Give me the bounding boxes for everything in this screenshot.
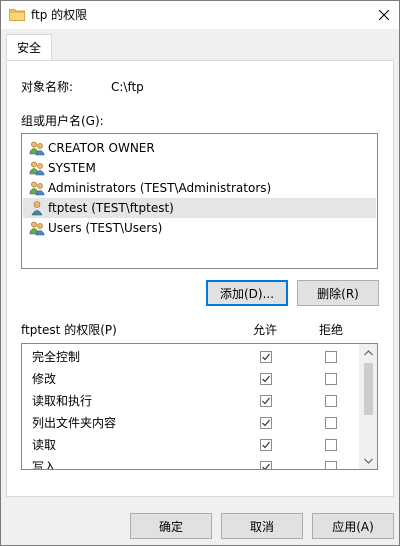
title-bar: ftp 的权限 — [1, 1, 399, 29]
checkmark-icon — [262, 375, 270, 383]
window-title: ftp 的权限 — [31, 8, 88, 22]
permission-name: 写入 — [32, 460, 57, 470]
object-name-value: C:\ftp — [111, 80, 144, 94]
permission-row: 读取和执行 — [22, 390, 359, 412]
cancel-button[interactable]: 取消 — [221, 513, 303, 539]
allow-checkbox[interactable] — [260, 439, 272, 451]
security-panel: 对象名称: C:\ftp 组或用户名(G): CREATOR OWNER SYS… — [6, 60, 394, 497]
permissions-table: 完全控制 修改 读取和执行 列出文件夹内容 读取 写入 — [21, 343, 378, 470]
user-name: Users (TEST\Users) — [48, 221, 163, 235]
chevron-up-icon — [364, 349, 373, 355]
permission-name: 读取 — [32, 438, 57, 452]
cancel-button-label: 取消 — [249, 519, 274, 534]
permission-name: 列出文件夹内容 — [32, 416, 117, 430]
object-name-label: 对象名称: — [21, 80, 74, 94]
remove-button[interactable]: 删除(R) — [297, 280, 379, 306]
tab-strip: 安全 — [1, 29, 399, 61]
permission-name: 读取和执行 — [32, 394, 93, 408]
users-listbox[interactable]: CREATOR OWNER SYSTEM Administrators (TES… — [21, 133, 378, 269]
checkmark-icon — [262, 419, 270, 427]
add-button[interactable]: 添加(D)... — [206, 280, 288, 306]
tab-security[interactable]: 安全 — [6, 34, 52, 60]
user-item[interactable]: SYSTEM — [23, 158, 376, 178]
allow-checkbox[interactable] — [260, 461, 272, 469]
add-button-label: 添加(D)... — [219, 286, 275, 301]
deny-checkbox[interactable] — [325, 461, 337, 469]
permissions-label: ftptest 的权限(P) — [21, 323, 117, 337]
deny-checkbox[interactable] — [325, 439, 337, 451]
checkmark-icon — [262, 463, 270, 469]
remove-button-label: 删除(R) — [317, 286, 359, 301]
user-item[interactable]: Administrators (TEST\Administrators) — [23, 178, 376, 198]
permissions-scrollbar[interactable] — [359, 344, 377, 469]
scroll-up-button[interactable] — [360, 344, 377, 361]
chevron-down-icon — [364, 458, 373, 464]
users-group-icon — [29, 220, 45, 236]
deny-checkbox[interactable] — [325, 373, 337, 385]
user-name: SYSTEM — [48, 161, 96, 175]
tab-label: 安全 — [16, 41, 41, 55]
user-item[interactable]: CREATOR OWNER — [23, 138, 376, 158]
single-user-icon — [29, 200, 45, 216]
users-group-icon — [29, 160, 45, 176]
apply-button[interactable]: 应用(A) — [312, 513, 394, 539]
permission-name: 完全控制 — [32, 350, 81, 364]
permission-row: 修改 — [22, 368, 359, 390]
ok-button-label: 确定 — [158, 519, 183, 534]
allow-column-header: 允许 — [253, 323, 278, 337]
user-name: ftptest (TEST\ftptest) — [48, 201, 174, 215]
checkmark-icon — [262, 397, 270, 405]
scrollbar-thumb[interactable] — [364, 363, 373, 415]
permission-name: 修改 — [32, 372, 57, 386]
permission-row: 读取 — [22, 434, 359, 456]
scroll-down-button[interactable] — [360, 452, 377, 469]
permissions-dialog: ftp 的权限 安全 对象名称: C:\ftp 组或用户名(G): CREATO… — [0, 0, 400, 546]
checkmark-icon — [262, 353, 270, 361]
users-group-icon — [29, 180, 45, 196]
close-button[interactable] — [369, 1, 399, 29]
groups-label: 组或用户名(G): — [21, 114, 104, 128]
allow-checkbox[interactable] — [260, 417, 272, 429]
permission-row: 写入 — [22, 456, 359, 470]
user-name: CREATOR OWNER — [48, 141, 155, 155]
deny-checkbox[interactable] — [325, 395, 337, 407]
allow-checkbox[interactable] — [260, 351, 272, 363]
permission-row: 完全控制 — [22, 346, 359, 368]
apply-button-label: 应用(A) — [332, 519, 374, 534]
deny-checkbox[interactable] — [325, 351, 337, 363]
allow-checkbox[interactable] — [260, 395, 272, 407]
permission-row: 列出文件夹内容 — [22, 412, 359, 434]
deny-column-header: 拒绝 — [319, 323, 344, 337]
deny-checkbox[interactable] — [325, 417, 337, 429]
checkmark-icon — [262, 441, 270, 449]
user-item-selected[interactable]: ftptest (TEST\ftptest) — [23, 198, 376, 218]
users-group-icon — [29, 140, 45, 156]
user-name: Administrators (TEST\Administrators) — [48, 181, 272, 195]
allow-checkbox[interactable] — [260, 373, 272, 385]
ok-button[interactable]: 确定 — [130, 513, 212, 539]
folder-icon — [9, 7, 25, 21]
user-item[interactable]: Users (TEST\Users) — [23, 218, 376, 238]
close-icon — [379, 10, 389, 20]
